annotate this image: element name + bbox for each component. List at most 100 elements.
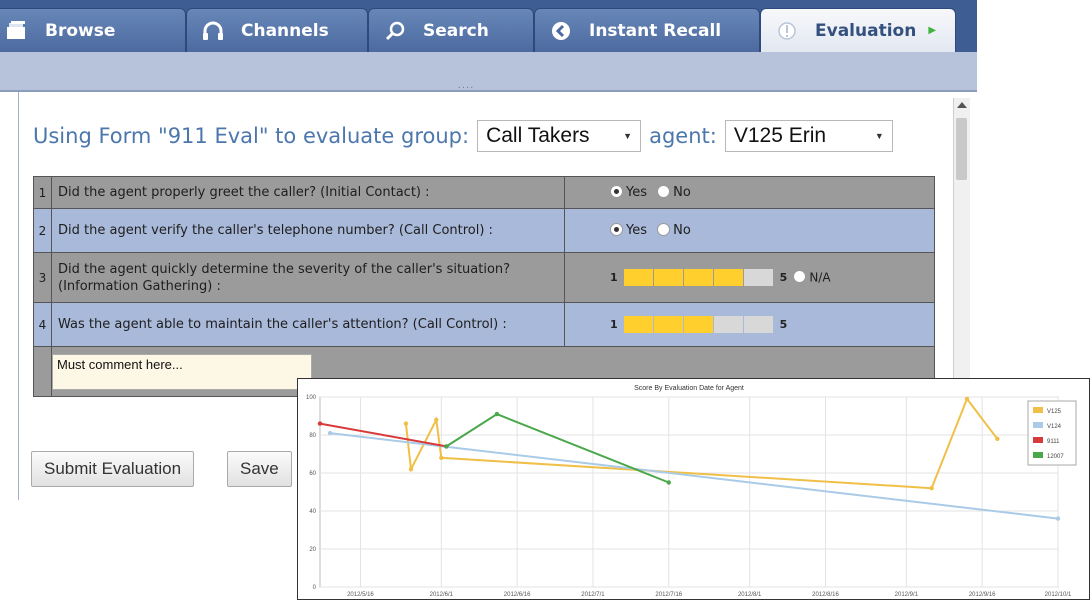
- rating-segment[interactable]: [683, 269, 713, 286]
- radio-na-label: N/A: [809, 270, 831, 285]
- rating-segment[interactable]: [743, 269, 773, 286]
- radio-no[interactable]: [657, 185, 671, 198]
- scroll-up-icon[interactable]: [957, 102, 967, 108]
- data-point-V125: [434, 417, 439, 422]
- y-tick-label: 0: [313, 585, 317, 591]
- rating-segment[interactable]: [623, 269, 653, 286]
- submit-evaluation-button[interactable]: Submit Evaluation: [31, 451, 195, 487]
- tab-search-label: Search: [423, 20, 489, 41]
- legend-swatch: [1033, 437, 1043, 443]
- radio-yes[interactable]: [610, 223, 623, 236]
- x-tick-label: 2012/7/16: [655, 592, 682, 598]
- answer-scale: 1 5 N/A: [564, 252, 935, 303]
- tab-bar: Browse Channels Search Instant Recall Ev…: [0, 0, 977, 52]
- data-point-V124: [327, 430, 333, 436]
- group-select[interactable]: Call Takers ▼: [477, 120, 642, 152]
- plot-area: [319, 396, 1059, 588]
- rating-segment[interactable]: [653, 316, 683, 333]
- data-point-V125: [995, 436, 1000, 441]
- agent-select-value: V125 Erin: [733, 124, 827, 147]
- rating-segment[interactable]: [623, 316, 653, 333]
- data-point-V125: [439, 455, 444, 460]
- question-text: Did the agent properly greet the caller?…: [51, 176, 565, 209]
- group-select-value: Call Takers: [486, 124, 590, 147]
- agent-label: agent:: [649, 124, 717, 148]
- radio-no[interactable]: [657, 223, 671, 236]
- question-number: 2: [33, 208, 52, 253]
- radio-na[interactable]: [793, 270, 807, 283]
- radio-no-label: No: [673, 185, 691, 200]
- rating-segment[interactable]: [653, 269, 683, 286]
- rating-segment[interactable]: [713, 316, 743, 333]
- x-tick-label: 2012/6/1: [430, 592, 454, 598]
- data-point-V125: [403, 421, 409, 426]
- scroll-right-icon[interactable]: ▶: [928, 25, 936, 36]
- legend-label: V124: [1047, 424, 1062, 430]
- scale-min-label: 1: [610, 318, 618, 331]
- search-icon: [379, 20, 411, 42]
- tab-instant-recall[interactable]: Instant Recall: [534, 8, 760, 52]
- tab-search[interactable]: Search: [368, 8, 534, 52]
- comment-textarea[interactable]: Must comment here...: [52, 353, 312, 390]
- x-tick-label: 2012/6/16: [504, 592, 531, 598]
- legend-label: 12007: [1047, 454, 1064, 460]
- chevron-down-icon: ▼: [623, 131, 633, 141]
- answer-yes-no: Yes No: [564, 176, 935, 209]
- data-point-V125: [929, 486, 934, 491]
- radio-yes[interactable]: [610, 185, 623, 198]
- rating-scale[interactable]: [623, 269, 774, 286]
- chevron-down-icon: ▼: [874, 131, 884, 141]
- scroll-thumb[interactable]: [956, 118, 967, 180]
- y-tick-label: 20: [309, 547, 316, 553]
- tab-instant-recall-label: Instant Recall: [589, 20, 722, 41]
- x-tick-label: 2012/5/16: [347, 592, 374, 598]
- question-row: 4 Was the agent able to maintain the cal…: [33, 302, 935, 347]
- data-point-12007: [666, 480, 671, 485]
- save-button[interactable]: Save: [227, 451, 292, 487]
- heading-prefix: Using Form "911 Eval" to evaluate group:: [33, 124, 470, 148]
- rating-scale[interactable]: [623, 316, 774, 333]
- x-tick-label: 2012/9/1: [895, 592, 919, 598]
- legend-swatch: [1033, 407, 1043, 413]
- scale-max-label: 5: [779, 318, 788, 331]
- radio-no-label: No: [673, 223, 691, 238]
- legend-swatch: [1033, 452, 1043, 458]
- data-point-V125: [964, 396, 970, 402]
- question-text: Did the agent quickly determine the seve…: [51, 252, 565, 303]
- y-tick-label: 40: [309, 509, 316, 515]
- answer-scale: 15: [564, 302, 935, 347]
- x-tick-label: 2012/9/16: [969, 592, 996, 598]
- tab-evaluation-label: Evaluation: [815, 20, 917, 41]
- data-point-12007: [494, 411, 500, 417]
- legend-label: 9111: [1047, 439, 1060, 445]
- recall-icon: [545, 20, 577, 42]
- headphones-icon: [197, 20, 229, 42]
- form-heading: Using Form "911 Eval" to evaluate group:…: [33, 118, 901, 154]
- rating-segment[interactable]: [743, 316, 773, 333]
- y-tick-label: 60: [309, 471, 316, 477]
- scale-min-label: 1: [610, 271, 618, 284]
- question-text: Did the agent verify the caller's teleph…: [51, 208, 565, 253]
- score-chart-svg: Score By Evaluation Date for Agent 0 20 40 6…: [306, 385, 1077, 598]
- agent-select[interactable]: V125 Erin ▼: [724, 120, 893, 152]
- question-number: 3: [33, 252, 52, 303]
- evaluation-questions: 1 Did the agent properly greet the calle…: [33, 176, 935, 397]
- question-row: 2 Did the agent verify the caller's tele…: [33, 208, 935, 253]
- tab-browse-label: Browse: [45, 20, 116, 41]
- rating-segment[interactable]: [683, 316, 713, 333]
- resize-grip-icon[interactable]: ····: [452, 84, 480, 94]
- legend-label: V125: [1047, 409, 1062, 415]
- tab-browse[interactable]: Browse: [0, 8, 186, 52]
- y-tick-label: 80: [309, 433, 316, 439]
- y-tick-label: 100: [306, 395, 317, 401]
- tab-channels[interactable]: Channels: [186, 8, 368, 52]
- score-chart: Score By Evaluation Date for Agent 0 20 40 6…: [297, 378, 1090, 600]
- toolbar-strip: [0, 52, 977, 92]
- data-point-12007: [444, 444, 449, 449]
- data-point-V125: [408, 467, 414, 472]
- tab-evaluation[interactable]: Evaluation ▶: [760, 8, 956, 52]
- radio-yes-label: Yes: [626, 185, 647, 200]
- chart-title: Score By Evaluation Date for Agent: [634, 385, 744, 392]
- legend-swatch: [1033, 422, 1043, 428]
- rating-segment[interactable]: [713, 269, 743, 286]
